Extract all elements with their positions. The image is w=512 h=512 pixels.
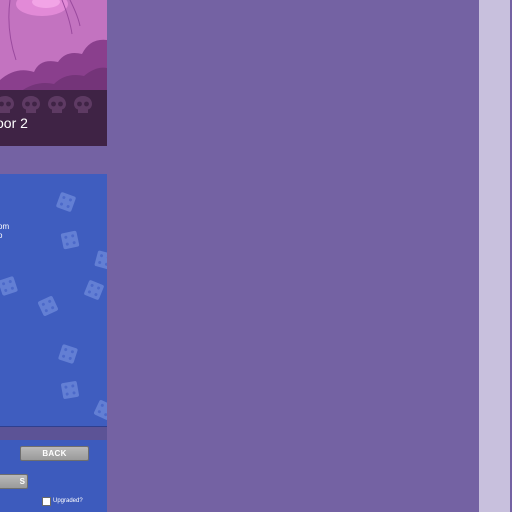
skull-icon [22,96,40,113]
dice-panel-text: om o [0,222,9,240]
left-sidebar: oor 2 om o BACK S Upgraded? [0,0,107,512]
main-area [107,0,512,512]
die-icon [94,250,107,270]
skull-icon [48,96,66,113]
control-panel: BACK S Upgraded? [0,440,107,512]
floor-artwork [0,0,107,92]
floor-title: oor 2 [0,115,28,131]
dice-panel: om o [0,174,107,426]
skull-icon [0,96,14,113]
die-icon [37,295,59,317]
die-icon [60,380,80,400]
floor-card[interactable]: oor 2 [0,0,107,146]
upgraded-label: Upgraded? [53,498,83,504]
back-button[interactable]: BACK [20,446,89,461]
difficulty-skulls [0,94,94,116]
dice-text-line: om [0,222,10,231]
floor-footer: oor 2 [0,90,107,146]
die-icon [55,191,77,213]
die-icon [60,230,80,250]
die-icon [0,275,19,297]
vertical-scrollbar[interactable] [479,0,510,512]
upgraded-checkbox[interactable] [42,496,51,506]
die-icon [93,399,107,421]
die-icon [83,279,105,301]
panel-divider [0,426,107,440]
dice-text-line: o [0,231,3,240]
upgraded-option[interactable]: Upgraded? [42,496,83,506]
skull-icon [74,96,92,113]
die-icon [57,343,79,365]
secondary-button[interactable]: S [0,474,28,489]
